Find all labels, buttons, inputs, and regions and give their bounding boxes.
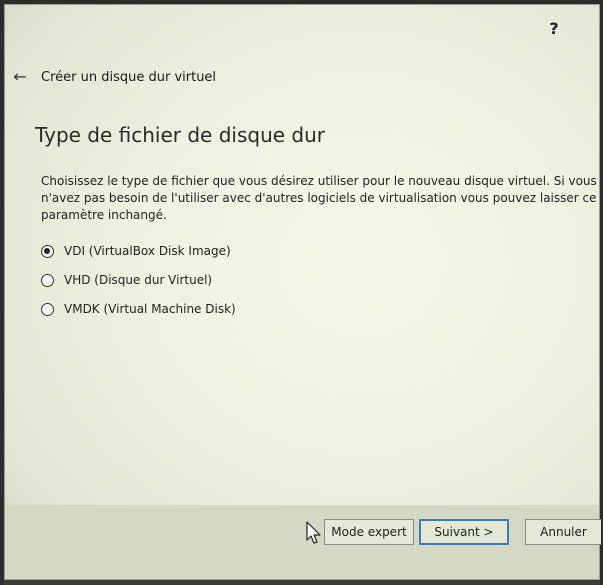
- page-description: Choisissez le type de fichier que vous d…: [41, 174, 597, 222]
- expert-mode-button[interactable]: Mode expert: [324, 519, 414, 545]
- disk-type-radio-group: VDI (VirtualBox Disk Image) VHD (Disque …: [41, 237, 236, 324]
- back-arrow-icon[interactable]: ←: [11, 68, 29, 86]
- vhd-radio[interactable]: [41, 273, 54, 287]
- next-button[interactable]: Suivant >: [419, 519, 509, 545]
- vmdk-label[interactable]: VMDK (Virtual Machine Disk): [64, 302, 236, 316]
- button-bar: Mode expert Suivant > Annuler: [5, 505, 601, 579]
- vdi-label[interactable]: VDI (VirtualBox Disk Image): [64, 244, 231, 258]
- mouse-cursor-icon: [306, 521, 321, 544]
- option-vhd[interactable]: VHD (Disque dur Virtuel): [41, 266, 236, 294]
- taskbar-strip: [4, 580, 600, 585]
- page-title: Type de fichier de disque dur: [35, 123, 326, 147]
- wizard-header: ← Créer un disque dur virtuel: [11, 65, 216, 89]
- cancel-button[interactable]: Annuler: [525, 519, 601, 545]
- create-virtual-disk-dialog: ? ← Créer un disque dur virtuel Type de …: [4, 4, 601, 580]
- vdi-radio[interactable]: [41, 244, 54, 258]
- help-button[interactable]: ?: [547, 19, 561, 39]
- option-vdi[interactable]: VDI (VirtualBox Disk Image): [41, 237, 236, 265]
- option-vmdk[interactable]: VMDK (Virtual Machine Disk): [41, 295, 236, 323]
- vmdk-radio[interactable]: [41, 302, 54, 316]
- wizard-title: Créer un disque dur virtuel: [41, 69, 217, 85]
- vhd-label[interactable]: VHD (Disque dur Virtuel): [64, 273, 212, 287]
